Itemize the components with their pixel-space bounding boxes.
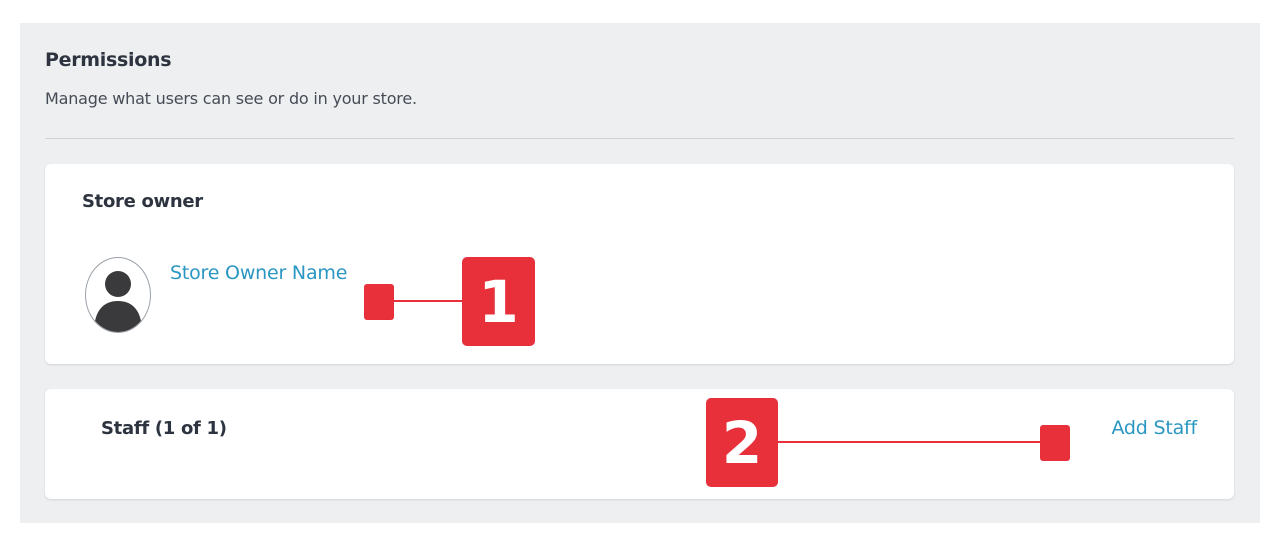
- avatar: [85, 257, 151, 333]
- store-owner-name[interactable]: Store Owner Name: [170, 262, 347, 284]
- section-divider: [45, 138, 1234, 139]
- callout-1-badge: 1: [462, 257, 535, 346]
- store-owner-heading: Store owner: [82, 191, 203, 212]
- permissions-title: Permissions: [45, 49, 172, 71]
- permissions-panel: Permissions Manage what users can see or…: [20, 23, 1260, 523]
- store-owner-card: Store owner Store Owner Name: [45, 164, 1234, 364]
- callout-2-line: [778, 441, 1040, 443]
- permissions-description: Manage what users can see or do in your …: [45, 89, 417, 108]
- user-silhouette-icon: [94, 271, 142, 332]
- callout-1-marker: [364, 284, 394, 320]
- callout-1-line: [394, 300, 462, 302]
- callout-2-marker: [1040, 425, 1070, 461]
- callout-2-badge: 2: [706, 398, 778, 487]
- staff-heading: Staff (1 of 1): [101, 418, 227, 439]
- add-staff-link[interactable]: Add Staff: [1111, 417, 1197, 439]
